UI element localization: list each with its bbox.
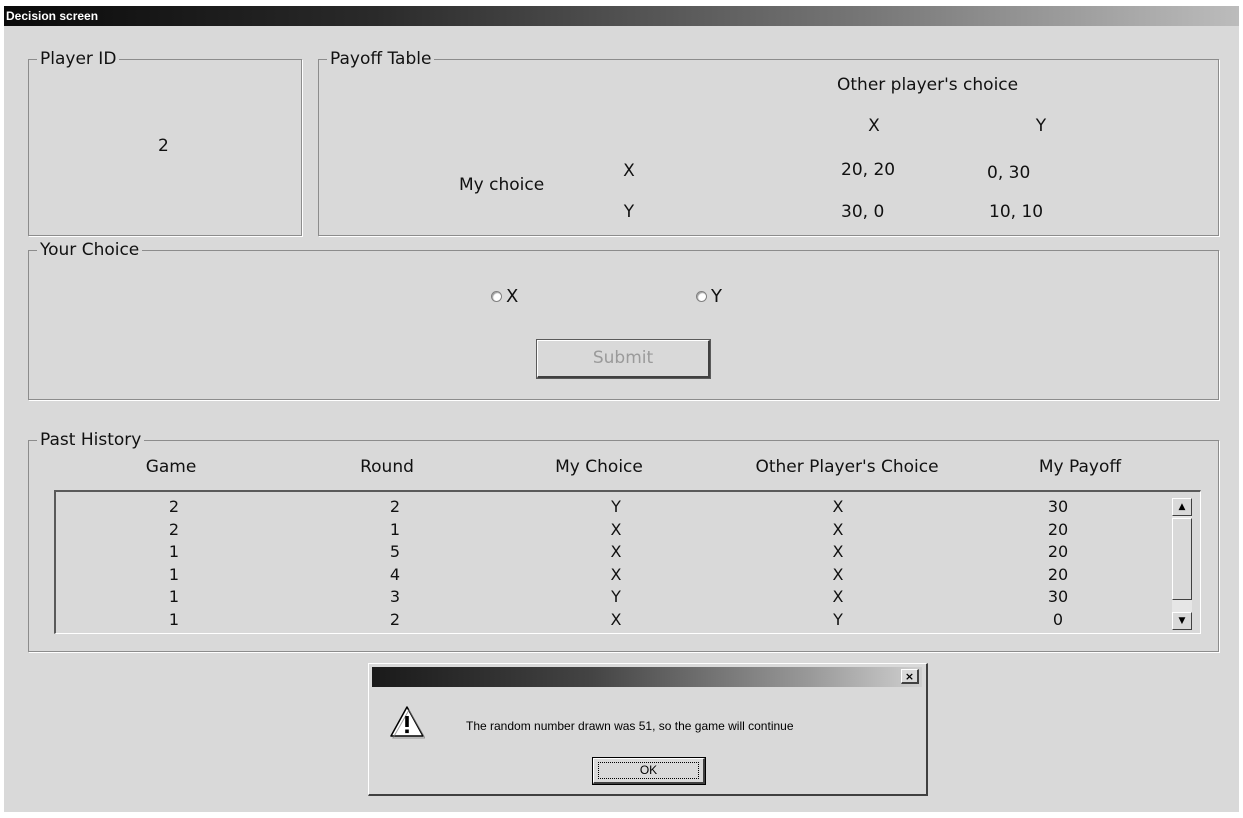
history-cell-game: 1 [168, 587, 180, 606]
history-cell-game: 2 [168, 519, 180, 539]
history-cell-other-choice: X [832, 542, 844, 561]
my-choice-label: My choice [459, 175, 545, 195]
radio-option-y[interactable]: Y [696, 286, 722, 307]
payoff-cell-xx: 20, 20 [841, 160, 896, 180]
player-id-group: Player ID 2 [28, 49, 302, 236]
radio-y-indicator[interactable] [696, 291, 707, 302]
history-cell-my-payoff: 20 [1047, 542, 1069, 561]
history-cell-game: 1 [168, 564, 180, 584]
history-cell-my-payoff: 0 [1052, 609, 1064, 629]
payoff-row-y: Y [623, 202, 635, 222]
payoff-cell-xy: 0, 30 [987, 163, 1031, 183]
history-cell-my-choice: Y [611, 587, 621, 606]
radio-y-label: Y [711, 286, 722, 307]
your-choice-legend: Your Choice [37, 240, 143, 260]
history-cell-other-choice: X [832, 519, 844, 539]
history-cell-my-payoff: 30 [1047, 587, 1069, 606]
history-cell-my-choice: X [610, 564, 622, 584]
history-cell-other-choice: Y [833, 609, 843, 629]
history-cell-round: 2 [389, 497, 401, 516]
table-row[interactable]: 2 2 Y X 30 [56, 498, 1156, 516]
scroll-down-icon[interactable]: ▼ [1172, 612, 1192, 630]
history-cell-game: 1 [168, 542, 180, 561]
history-scrollbar[interactable]: ▲ ▼ [1172, 498, 1192, 630]
history-header-my-payoff: My Payoff [1038, 457, 1122, 477]
dialog-titlebar: × [372, 667, 922, 687]
table-row[interactable]: 1 4 X X 20 [56, 564, 1156, 584]
history-cell-other-choice: X [832, 564, 844, 584]
window-title: Decision screen [4, 6, 1239, 26]
decision-window: Decision screen Player ID 2 Payoff Table… [4, 6, 1239, 812]
table-row[interactable]: 1 5 X X 20 [56, 543, 1156, 561]
ok-button[interactable]: OK [592, 757, 706, 785]
close-icon[interactable]: × [901, 669, 919, 684]
history-cell-my-choice: X [610, 519, 622, 539]
history-cell-round: 3 [389, 587, 401, 606]
history-header-game: Game [145, 457, 197, 477]
table-row[interactable]: 2 1 X X 20 [56, 519, 1156, 539]
history-cell-my-choice: Y [611, 497, 621, 516]
history-cell-my-choice: X [610, 542, 622, 561]
table-row[interactable]: 1 3 Y X 30 [56, 588, 1156, 606]
payoff-table-legend: Payoff Table [327, 49, 435, 69]
history-cell-my-payoff: 20 [1047, 519, 1069, 539]
radio-x-indicator[interactable] [491, 291, 502, 302]
history-cell-my-choice: X [610, 609, 622, 629]
history-cell-other-choice: X [832, 497, 844, 516]
history-cell-game: 2 [168, 497, 180, 516]
payoff-row-x: X [623, 161, 635, 181]
history-listbox[interactable]: 2 2 Y X 30 2 1 X X 20 1 5 X X 20 1 4 X X 20 1 3 Y X 30 1 2 X Y 0 ▲ ▼ [54, 490, 1201, 634]
payoff-col-y: Y [1035, 116, 1047, 136]
history-cell-my-payoff: 20 [1047, 564, 1069, 584]
player-id-legend: Player ID [37, 49, 120, 69]
message-dialog: × The random number drawn was 51, so the… [368, 663, 928, 796]
past-history-legend: Past History [37, 430, 145, 450]
warning-icon [390, 706, 425, 739]
history-cell-round: 1 [389, 519, 401, 539]
history-header-my-choice: My Choice [555, 457, 643, 477]
scroll-thumb[interactable] [1172, 518, 1192, 600]
history-cell-round: 4 [389, 564, 401, 584]
scroll-up-icon[interactable]: ▲ [1172, 498, 1192, 516]
submit-button[interactable]: Submit [536, 339, 711, 379]
radio-x-label: X [506, 286, 519, 307]
history-cell-my-payoff: 30 [1047, 497, 1069, 516]
payoff-col-x: X [868, 116, 880, 136]
payoff-cell-yx: 30, 0 [841, 202, 885, 222]
history-header-round: Round [360, 457, 414, 477]
history-cell-game: 1 [168, 609, 180, 629]
dialog-message: The random number drawn was 51, so the g… [466, 719, 794, 733]
payoff-table-group: Payoff Table Other player's choice X Y M… [318, 49, 1219, 236]
radio-option-x[interactable]: X [491, 286, 518, 307]
history-cell-other-choice: X [832, 587, 844, 606]
history-cell-round: 5 [389, 542, 401, 561]
history-cell-round: 2 [389, 609, 401, 629]
history-header-other-choice: Other Player's Choice [755, 457, 939, 477]
other-player-choice-header: Other player's choice [837, 75, 1019, 95]
player-id-value: 2 [158, 136, 169, 156]
payoff-cell-yy: 10, 10 [989, 202, 1044, 222]
table-row[interactable]: 1 2 X Y 0 [56, 609, 1156, 629]
ok-button-label: OK [639, 763, 658, 777]
